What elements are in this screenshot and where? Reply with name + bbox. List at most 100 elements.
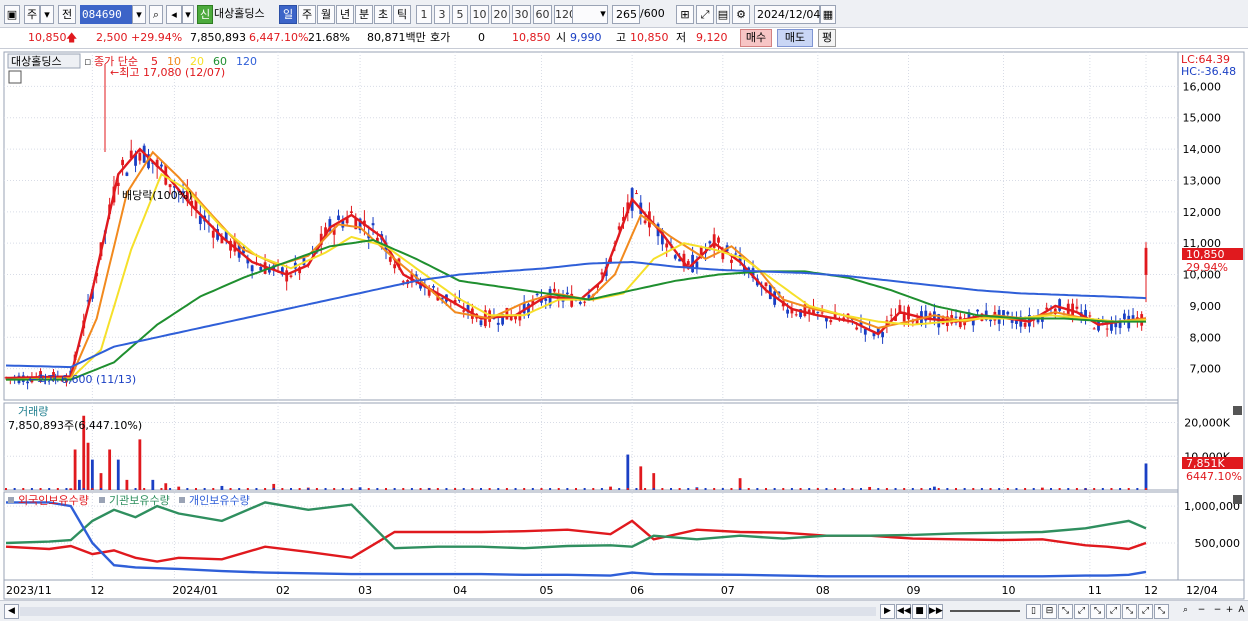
tool-5-icon[interactable]: ⤡ [1122, 604, 1137, 619]
chart-tool-icon[interactable]: ⊞ [676, 5, 694, 24]
volume-tick-label: 20,000K [1184, 417, 1230, 430]
volume-bar-small [583, 488, 586, 490]
up-arrow-icon: 🡅 [66, 31, 78, 44]
candle-body [1006, 311, 1010, 315]
volume-bar-small [609, 488, 612, 490]
gear-icon[interactable]: ⚙ [732, 5, 750, 24]
compare-icon[interactable]: ⊟ [1042, 604, 1057, 619]
volume-bar-small [773, 488, 776, 490]
stock-chart[interactable]: 7,0008,0009,00010,00011,00012,00013,0001… [0, 49, 1248, 600]
volume-bar-small [885, 488, 888, 490]
buy-button[interactable]: 매수 [740, 29, 772, 47]
low-price: 9,120 [696, 31, 728, 44]
tool-4-icon[interactable]: ⤢ [1106, 604, 1121, 619]
tool-7-icon[interactable]: ⤡ [1154, 604, 1169, 619]
volume-bar-small [5, 488, 7, 490]
volume-bar-small [229, 488, 232, 490]
candle-body [881, 332, 884, 338]
candle-body [786, 309, 789, 314]
interval-dropdown-icon[interactable]: ▾ [598, 5, 608, 24]
candle-body [250, 265, 254, 272]
volume-bar-small [436, 488, 439, 490]
grid-toggle-icon[interactable] [8, 70, 22, 84]
holdings-tick-label: 1,000,000 [1184, 500, 1240, 513]
candle-body [820, 312, 824, 314]
sell-button[interactable]: 매도 [777, 29, 813, 47]
count-input[interactable]: 265 [612, 5, 640, 24]
calendar-icon[interactable]: ▦ [820, 5, 836, 24]
holdings-panel-close-icon[interactable] [1233, 495, 1242, 504]
scroll-left-icon[interactable]: ◀ [4, 604, 19, 619]
layout-icon[interactable]: ▯ [1026, 604, 1041, 619]
zoom-slider[interactable] [950, 610, 1020, 612]
speaker-icon[interactable]: ◂ [166, 5, 182, 24]
period-tab[interactable]: 월 [317, 5, 335, 24]
tool-2-icon[interactable]: ⤢ [1074, 604, 1089, 619]
candle-body [1023, 322, 1027, 327]
volume-bar-small [790, 488, 793, 490]
minute-option[interactable]: 20 [491, 5, 510, 24]
minute-option[interactable]: 30 [512, 5, 531, 24]
volume-panel-close-icon[interactable] [1233, 406, 1242, 415]
period-tab[interactable]: 분 [355, 5, 373, 24]
volume-bar-small [428, 488, 431, 490]
price-tick-label: 16,000 [1183, 80, 1222, 93]
tool-6-icon[interactable]: ⤢ [1138, 604, 1153, 619]
zoom-icon[interactable]: ⌕ [1178, 604, 1193, 619]
current-price: 10,850 [28, 31, 67, 44]
volume-bar-small [1093, 488, 1096, 490]
window-menu-icon[interactable]: ▣ [4, 5, 20, 24]
low-annotation-text: 최저 6,600 (11/13) [37, 373, 136, 386]
x-axis-label: 08 [816, 584, 830, 597]
volume-bar-small [816, 488, 819, 490]
prev-button[interactable]: 전 [58, 5, 76, 24]
zoom-out-icon[interactable]: − [1194, 604, 1209, 619]
period-tab[interactable]: 년 [336, 5, 354, 24]
panel-settings-icon[interactable]: ▫ [84, 55, 91, 68]
x-axis-label: 07 [721, 584, 735, 597]
market-dropdown-icon[interactable]: ▾ [40, 5, 54, 24]
volume-bar-small [540, 488, 543, 490]
code-dropdown-icon[interactable]: ▾ [132, 5, 146, 24]
stop-icon[interactable]: ■ [912, 604, 927, 619]
tool-3-icon[interactable]: ⤡ [1090, 604, 1105, 619]
candle-body [211, 230, 215, 238]
minute-option[interactable]: 10 [470, 5, 489, 24]
candle-body [583, 301, 587, 303]
draw-line-icon[interactable]: ⤢ [696, 5, 714, 24]
fast-forward-icon[interactable]: ▶▶ [928, 604, 943, 619]
volume-bar-small [324, 488, 327, 490]
minute-option[interactable]: 1 [416, 5, 432, 24]
volume-bar-small [894, 488, 897, 490]
period-tab[interactable]: 틱 [393, 5, 411, 24]
last-volume-pct: 6447.10% [1186, 470, 1242, 483]
speaker-dropdown-icon[interactable]: ▾ [182, 5, 194, 24]
font-size-icon[interactable]: A [1234, 604, 1248, 619]
candle-body [393, 264, 397, 269]
scroll-right-icon[interactable]: ▶ [880, 604, 895, 619]
minute-option[interactable]: 3 [434, 5, 450, 24]
market-select[interactable]: 주 [24, 5, 40, 24]
rewind-icon[interactable]: ◀◀ [896, 604, 911, 619]
candle-body [462, 310, 466, 312]
period-tab[interactable]: 일 [279, 5, 297, 24]
volume-bar-small [1041, 488, 1044, 490]
candle-body [1075, 306, 1079, 309]
save-icon[interactable]: ▤ [716, 5, 730, 24]
minute-option[interactable]: 60 [533, 5, 552, 24]
search-icon[interactable]: ⌕ [149, 5, 163, 24]
scroll-track[interactable] [20, 607, 876, 616]
candle-body [976, 309, 979, 312]
price-tick-label: 14,000 [1183, 143, 1222, 156]
x-axis-label: 2023/11 [6, 584, 52, 597]
volume-bar-small [1145, 488, 1147, 490]
period-tab[interactable]: 초 [374, 5, 392, 24]
tool-1-icon[interactable]: ⤡ [1058, 604, 1073, 619]
volume: 7,850,893 [190, 31, 246, 44]
period-tab[interactable]: 주 [298, 5, 316, 24]
stock-code-input[interactable]: 084690 [80, 5, 132, 24]
minute-option[interactable]: 5 [452, 5, 468, 24]
date-input[interactable]: 2024/12/04 [754, 5, 820, 24]
average-button[interactable]: 평 [818, 29, 836, 47]
candle-body [954, 316, 958, 318]
